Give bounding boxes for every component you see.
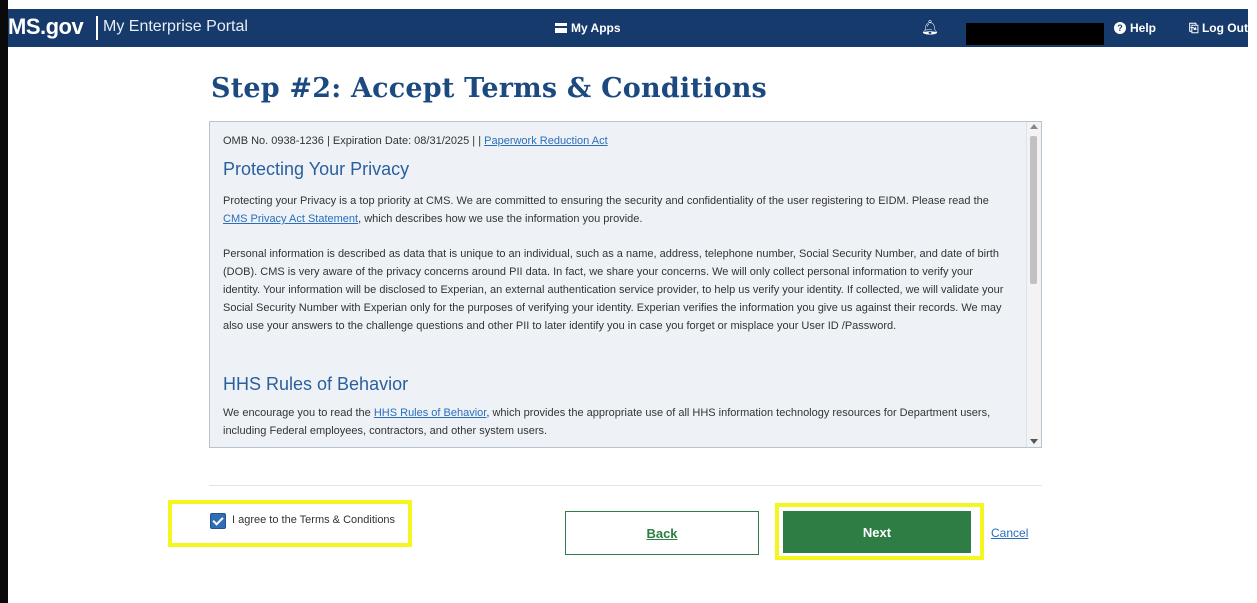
scroll-down-icon[interactable]	[1030, 439, 1038, 444]
hhs-heading: HHS Rules of Behavior	[223, 374, 409, 394]
section-divider	[209, 485, 1042, 486]
privacy-paragraph-2: Personal information is described as dat…	[223, 248, 1004, 332]
back-button[interactable]: Back	[565, 511, 759, 555]
privacy-paragraph-1: Protecting your Privacy is a top priorit…	[223, 192, 1013, 228]
terms-scroll-box[interactable]: OMB No. 0938-1236 | Expiration Date: 08/…	[209, 121, 1042, 448]
omb-line: OMB No. 0938-1236 | Expiration Date: 08/…	[223, 132, 608, 150]
scroll-up-icon[interactable]	[1030, 124, 1038, 129]
help-label: Help	[1130, 21, 1157, 35]
top-margin	[0, 0, 1257, 9]
agree-checkbox-label[interactable]: I agree to the Terms & Conditions	[232, 514, 395, 526]
grid-icon	[555, 23, 567, 33]
terms-scrollbar[interactable]	[1026, 122, 1041, 447]
brand-separator	[96, 16, 98, 40]
paperwork-reduction-act-link[interactable]: Paperwork Reduction Act	[484, 135, 608, 147]
privacy-p1-tail: , which describes how we use the informa…	[358, 213, 643, 225]
redacted-user-name[interactable]	[966, 23, 1104, 45]
hhs-paragraph: We encourage you to read the HHS Rules o…	[223, 404, 1013, 440]
portal-name: My Enterprise Portal	[103, 18, 248, 35]
privacy-p1-text: Protecting your Privacy is a top priorit…	[223, 195, 989, 207]
hhs-p-text: We encourage you to read the	[223, 407, 374, 419]
right-margin	[1248, 0, 1257, 603]
help-icon: ?	[1114, 22, 1126, 34]
left-edge	[0, 0, 8, 603]
hhs-rules-link[interactable]: HHS Rules of Behavior	[374, 407, 487, 419]
omb-text: OMB No. 0938-1236 | Expiration Date: 08/…	[223, 135, 485, 147]
logout-icon: ⎘	[1189, 21, 1199, 35]
agree-checkbox[interactable]	[210, 513, 226, 529]
bell-icon[interactable]: 🔔︎	[921, 19, 939, 36]
brand-logo[interactable]: MS.gov	[8, 14, 84, 40]
privacy-heading: Protecting Your Privacy	[223, 159, 410, 179]
help-button[interactable]: ? Help	[1114, 21, 1156, 35]
scroll-thumb[interactable]	[1030, 136, 1037, 284]
cms-privacy-act-link[interactable]: CMS Privacy Act Statement	[223, 213, 358, 225]
my-apps-button[interactable]: My Apps	[555, 21, 621, 35]
logout-label: Log Out	[1201, 21, 1248, 35]
logout-button[interactable]: ⎘ Log Out	[1189, 21, 1248, 36]
page-title: Step #2: Accept Terms & Conditions	[211, 73, 767, 104]
cancel-link[interactable]: Cancel	[991, 526, 1028, 540]
next-button[interactable]: Next	[783, 511, 971, 553]
top-navigation-bar: MS.gov My Enterprise Portal My Apps 🔔︎ ?…	[8, 9, 1248, 47]
my-apps-label: My Apps	[571, 21, 621, 35]
